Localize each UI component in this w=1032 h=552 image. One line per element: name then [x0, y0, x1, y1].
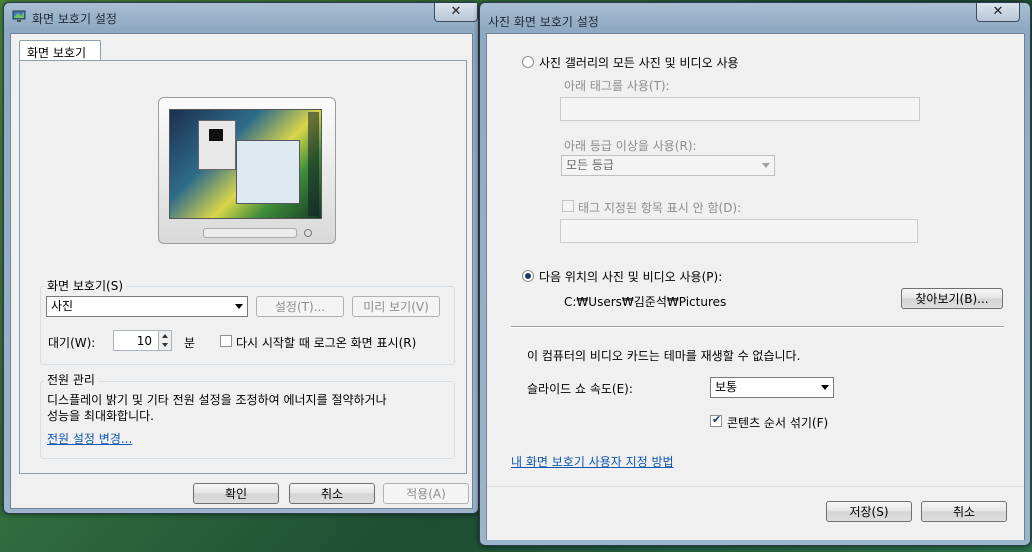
tab-label: 화면 보호기 — [27, 46, 87, 60]
monitor-preview — [158, 97, 336, 244]
screen-saver-settings-window: 화면 보호기 설정 ✕ 화면 보호기 화면 보호기(S) 사진 설정(T)...… — [3, 2, 479, 514]
gallery-option-label: 사진 갤러리의 모든 사진 및 비디오 사용 — [539, 56, 739, 70]
settings-button[interactable]: 설정(T)... — [256, 296, 344, 317]
checkmark-icon: ✔ — [712, 413, 722, 426]
preview-button[interactable]: 미리 보기(V) — [352, 296, 440, 317]
power-settings-link[interactable]: 전원 설정 변경... — [47, 430, 132, 447]
wait-unit: 분 — [184, 336, 196, 350]
chevron-down-icon — [762, 163, 770, 168]
hide-tagged-input[interactable] — [560, 219, 918, 243]
radio-selected-dot — [525, 273, 531, 279]
power-led-icon — [304, 229, 312, 237]
separator — [511, 326, 1004, 328]
preview-screen — [169, 109, 322, 219]
window-title: 사진 화면 보호기 설정 — [488, 15, 599, 29]
tag-label: 아래 태그를 사용(T): — [564, 79, 670, 93]
close-icon: ✕ — [450, 4, 462, 19]
rating-select[interactable]: 모든 등급 — [561, 155, 775, 176]
power-group-label: 전원 관리 — [44, 371, 98, 388]
wait-minutes-value: 10 — [136, 334, 152, 348]
hide-tagged-checkbox[interactable] — [562, 200, 574, 212]
preview-sidebar — [308, 112, 319, 216]
chevron-down-icon — [821, 385, 829, 390]
close-icon: ✕ — [992, 4, 1004, 19]
power-description-line1: 디스플레이 밝기 및 기타 전원 설정을 조정하여 에너지를 절약하거나 — [47, 393, 387, 407]
rating-label: 아래 등급 이상을 사용(R): — [564, 139, 697, 153]
photos-screen-saver-settings-window: 사진 화면 보호기 설정 ✕ 사진 갤러리의 모든 사진 및 비디오 사용 아래… — [479, 2, 1031, 546]
rating-select-value: 모든 등급 — [566, 158, 614, 172]
cancel-button[interactable]: 취소 — [921, 501, 1007, 522]
dialog-body: 사진 갤러리의 모든 사진 및 비디오 사용 아래 태그를 사용(T): 아래 … — [486, 33, 1025, 540]
close-button[interactable]: ✕ — [976, 3, 1020, 22]
resume-logon-checkbox[interactable] — [220, 335, 232, 347]
customize-help-link[interactable]: 내 화면 보호기 사용자 지정 방법 — [511, 453, 674, 470]
speed-select-value: 보통 — [715, 380, 738, 394]
tab-screen-saver[interactable]: 화면 보호기 — [19, 40, 101, 61]
ok-button[interactable]: 확인 — [193, 483, 279, 504]
save-button[interactable]: 저장(S) — [826, 501, 912, 522]
wait-spinner[interactable] — [158, 330, 172, 351]
resume-logon-label: 다시 시작할 때 로그온 화면 표시(R) — [236, 336, 417, 350]
folder-option-label: 다음 위치의 사진 및 비디오 사용(P): — [539, 270, 723, 284]
preview-window-2 — [236, 140, 300, 204]
screen-saver-group-label: 화면 보호기(S) — [44, 277, 126, 294]
speed-label: 슬라이드 쇼 속도(E): — [527, 382, 633, 396]
gallery-radio[interactable] — [522, 56, 534, 68]
preview-window-1 — [198, 120, 236, 170]
browse-button[interactable]: 찾아보기(B)... — [901, 288, 1003, 309]
close-button[interactable]: ✕ — [434, 3, 478, 22]
shuffle-label: 콘텐츠 순서 섞기(F) — [727, 416, 829, 430]
wait-label: 대기(W): — [48, 336, 96, 350]
dialog-body: 화면 보호기 화면 보호기(S) 사진 설정(T)... 미리 보기(V) 대기… — [10, 33, 473, 509]
hide-tagged-label: 태그 지정된 항목 표시 안 함(D): — [578, 201, 742, 215]
theme-message: 이 컴퓨터의 비디오 카드는 테마를 재생할 수 없습니다. — [527, 349, 801, 363]
speed-select[interactable]: 보통 — [710, 377, 834, 398]
power-description-line2: 성능을 최대화합니다. — [47, 409, 154, 423]
cancel-button[interactable]: 취소 — [289, 483, 375, 504]
folder-radio[interactable] — [522, 270, 534, 282]
screen-saver-select[interactable]: 사진 — [46, 296, 248, 317]
app-icon — [12, 10, 26, 23]
window-title: 화면 보호기 설정 — [32, 12, 117, 26]
spin-up-icon[interactable] — [162, 334, 168, 338]
spin-down-icon[interactable] — [162, 343, 168, 347]
apply-button[interactable]: 적용(A) — [383, 483, 469, 504]
screen-saver-select-value: 사진 — [51, 299, 74, 313]
monitor-stand-bar — [203, 228, 297, 238]
folder-path: C:₩Users₩김준석₩Pictures — [564, 295, 727, 309]
shuffle-checkbox[interactable]: ✔ — [710, 413, 722, 427]
chevron-down-icon — [235, 304, 243, 309]
wait-minutes-input[interactable]: 10 — [113, 330, 159, 351]
tag-input[interactable] — [560, 97, 920, 121]
